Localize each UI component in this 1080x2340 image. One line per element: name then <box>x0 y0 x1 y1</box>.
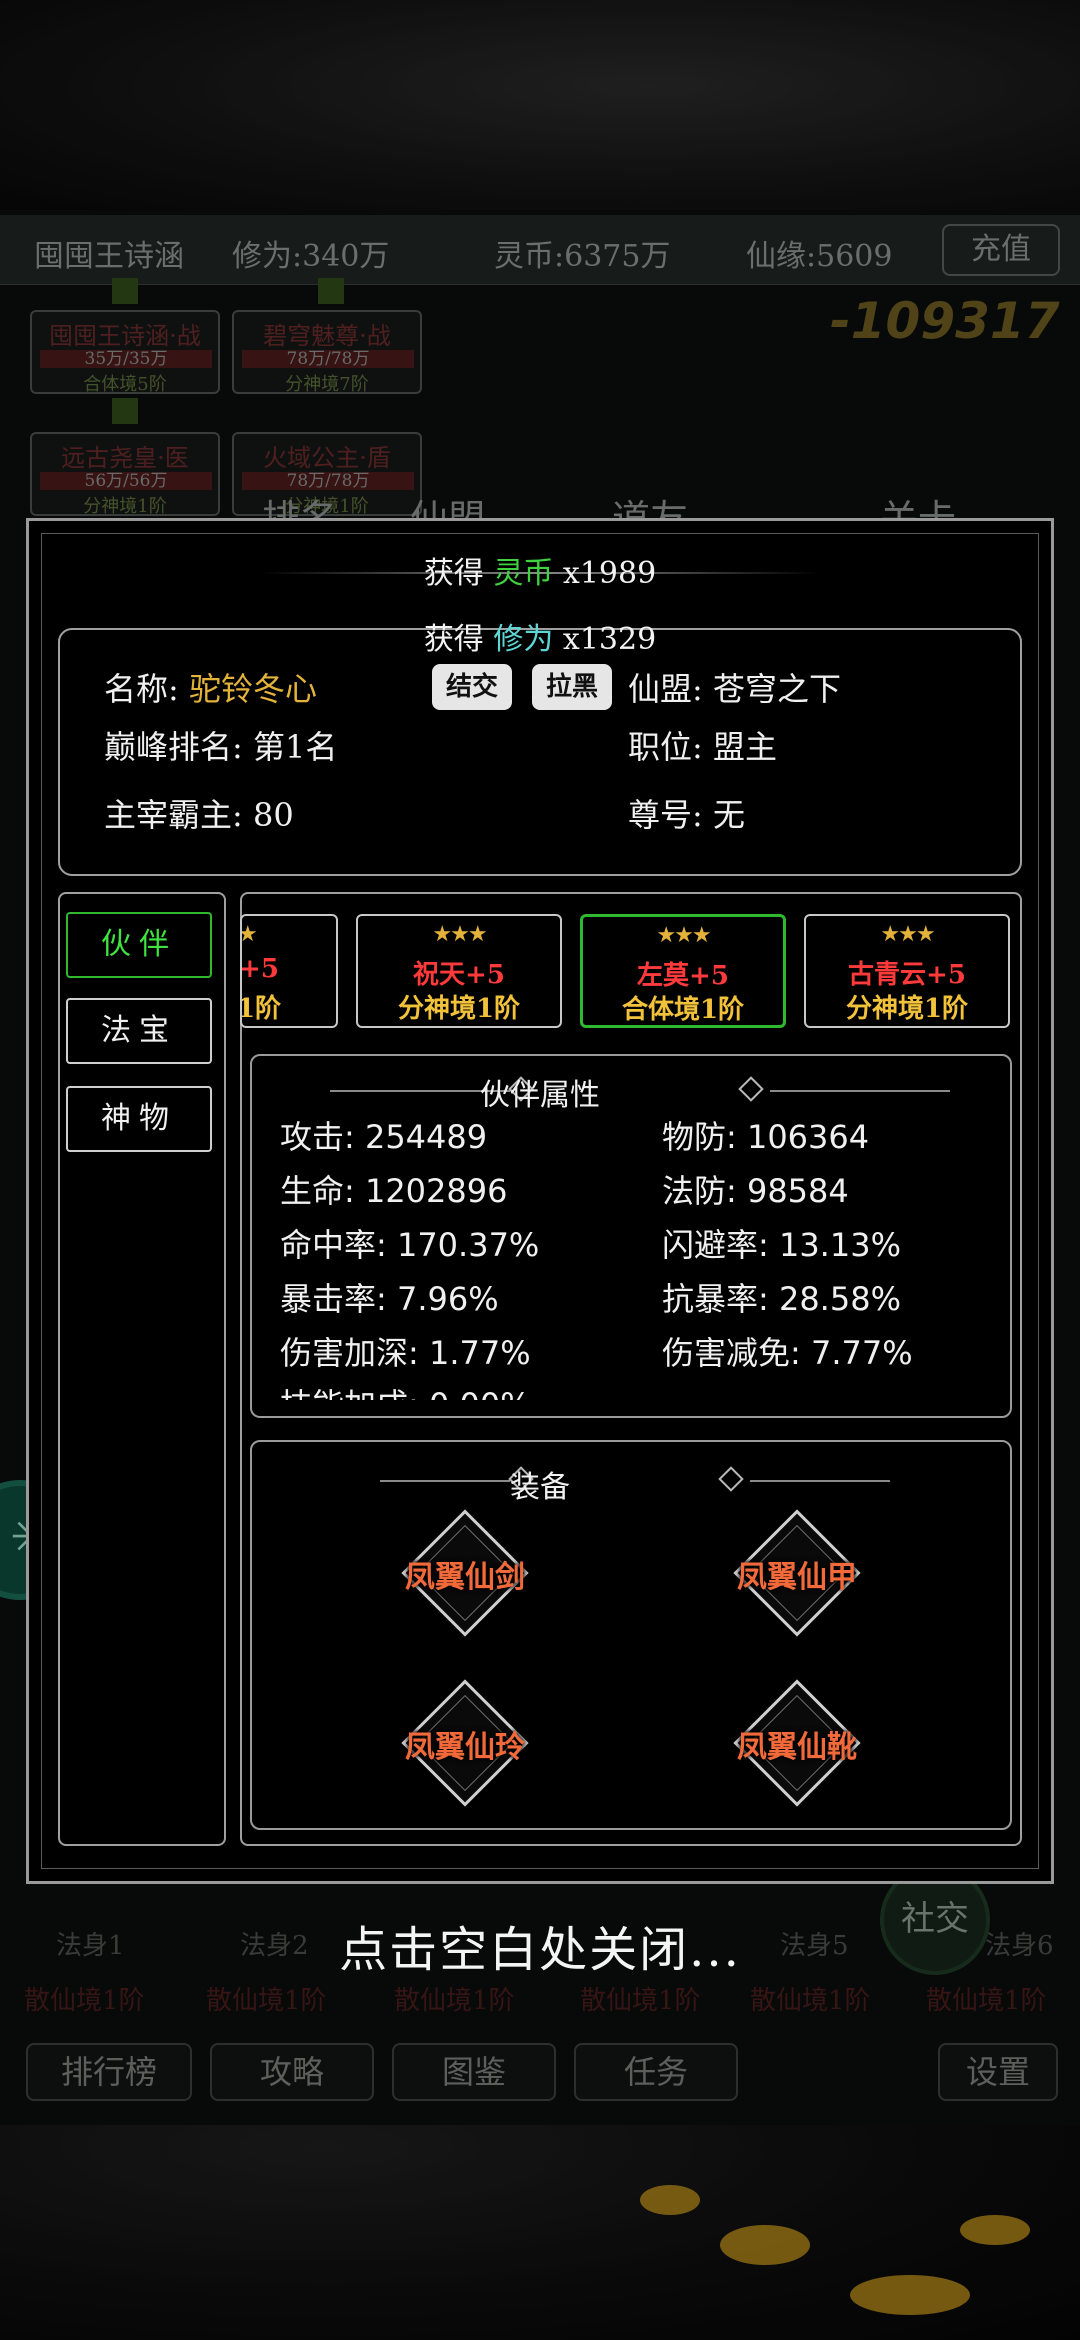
stat-hit-rate: 命中率: 170.37% <box>280 1226 540 1264</box>
partner-name: 左莫+5 <box>637 961 729 991</box>
block-button[interactable]: 拉黑 <box>532 664 612 710</box>
star-icon: ★★★ <box>242 922 276 947</box>
stat-skill-bonus: 技能加成: 0.00% <box>280 1380 531 1400</box>
star-icon: ★★★ <box>656 923 711 948</box>
stat-damage-reduction: 伤害减免: 7.77% <box>662 1334 913 1372</box>
player-name-value: 驼铃冬心 <box>188 670 317 708</box>
toast-prefix: 获得 <box>423 556 484 591</box>
title-row: 尊号: 无 <box>628 790 745 836</box>
toast-quantity: x1989 <box>562 556 657 591</box>
lord-row: 主宰霸主: 80 <box>104 790 294 836</box>
toast-item: 修为 <box>493 622 554 657</box>
reward-toast-cultivation: 获得 修为 x1329 <box>0 614 1080 658</box>
partner-level: 分神境1阶 <box>397 994 521 1024</box>
position-label: 职位: <box>628 728 703 766</box>
stat-crit-rate: 暴击率: 7.96% <box>280 1280 499 1318</box>
partner-card[interactable]: ★★★ +5 1阶 <box>240 914 338 1028</box>
alliance-value: 苍穹之下 <box>712 670 841 708</box>
peak-rank-row: 巅峰排名: 第1名 <box>104 722 337 768</box>
position-value: 盟主 <box>712 728 777 766</box>
peak-rank-value: 第1名 <box>252 728 338 766</box>
tab-treasure[interactable]: 法宝 <box>66 998 212 1064</box>
partner-level: 分神境1阶 <box>845 994 969 1024</box>
position-row: 职位: 盟主 <box>628 722 777 768</box>
equipment-name: 凤翼仙甲 <box>737 1560 857 1595</box>
star-icon: ★★★ <box>880 922 935 947</box>
equipment-slot-jade[interactable]: 凤翼仙玲 <box>380 1678 550 1808</box>
toast-prefix: 获得 <box>423 622 484 657</box>
partner-level: 1阶 <box>240 994 282 1024</box>
equipment-name: 凤翼仙靴 <box>737 1730 857 1765</box>
equipment-slot-boots[interactable]: 凤翼仙靴 <box>712 1678 882 1808</box>
toast-quantity: x1329 <box>562 622 657 657</box>
attributes-title: 伙伴属性 <box>480 1078 600 1113</box>
close-hint[interactable]: 点击空白处关闭... <box>0 1910 1080 1980</box>
partner-level: 合体境1阶 <box>621 995 745 1025</box>
partner-name: 祝天+5 <box>413 960 505 990</box>
lord-label: 主宰霸主: <box>104 796 243 834</box>
befriend-button[interactable]: 结交 <box>432 664 512 710</box>
alliance-row: 仙盟: 苍穹之下 <box>628 664 841 710</box>
stat-damage-boost: 伤害加深: 1.77% <box>280 1334 531 1372</box>
partner-card[interactable]: ★★★ 祝天+5 分神境1阶 <box>356 914 562 1028</box>
equipment-slot-armor[interactable]: 凤翼仙甲 <box>712 1508 882 1638</box>
lord-value: 80 <box>252 796 294 834</box>
name-label: 名称: <box>104 670 179 708</box>
stat-magic-defense: 法防: 98584 <box>662 1172 849 1210</box>
reward-toast-coin: 获得 灵币 x1989 <box>0 548 1080 592</box>
toast-item: 灵币 <box>493 556 554 591</box>
stat-crit-resist: 抗暴率: 28.58% <box>662 1280 901 1318</box>
stat-attack: 攻击: 254489 <box>280 1118 488 1156</box>
equipment-slot-sword[interactable]: 凤翼仙剑 <box>380 1508 550 1638</box>
star-icon: ★★★ <box>432 922 487 947</box>
stat-dodge-rate: 闪避率: 13.13% <box>662 1226 901 1264</box>
honor-title-value: 无 <box>712 796 745 834</box>
partner-name: +5 <box>240 954 279 984</box>
partner-name: 古青云+5 <box>848 960 966 990</box>
partner-card-selected[interactable]: ★★★ 左莫+5 合体境1阶 <box>580 914 786 1028</box>
alliance-label: 仙盟: <box>628 670 703 708</box>
tab-partner[interactable]: 伙伴 <box>66 912 212 978</box>
equipment-title: 装备 <box>510 1470 570 1505</box>
peak-rank-label: 巅峰排名: <box>104 728 243 766</box>
equipment-name: 凤翼仙剑 <box>405 1560 525 1595</box>
name-row: 名称: 驼铃冬心 <box>104 664 317 710</box>
stat-physical-defense: 物防: 106364 <box>662 1118 870 1156</box>
honor-title-label: 尊号: <box>628 796 703 834</box>
partner-card[interactable]: ★★★ 古青云+5 分神境1阶 <box>804 914 1010 1028</box>
stat-hp: 生命: 1202896 <box>280 1172 508 1210</box>
equipment-name: 凤翼仙玲 <box>405 1730 525 1765</box>
